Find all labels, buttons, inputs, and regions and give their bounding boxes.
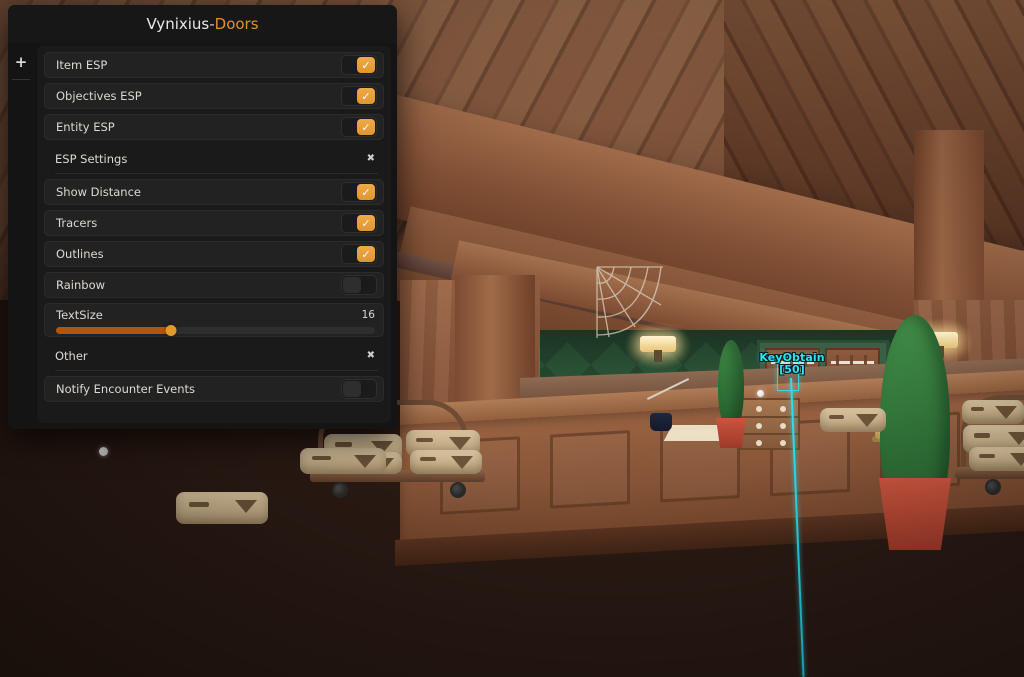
toggle-label: Tracers <box>56 216 98 230</box>
check-icon: ✓ <box>361 89 371 103</box>
vynixius-menu-window: Vynixius - Doors + Item ESP ✓ Objectives… <box>8 5 397 429</box>
check-icon: ✓ <box>361 185 371 199</box>
entity-esp-toggle[interactable]: ✓ <box>341 117 377 137</box>
toggle-row-outlines[interactable]: Outlines ✓ <box>44 241 384 267</box>
notify-encounter-events-toggle[interactable]: ✓ <box>341 379 377 399</box>
slider-label: TextSize <box>56 308 103 322</box>
toggle-label: Rainbow <box>56 278 106 292</box>
tracers-toggle[interactable]: ✓ <box>341 213 377 233</box>
toggle-label: Item ESP <box>56 58 108 72</box>
add-tab-icon[interactable]: + <box>11 53 31 71</box>
toggle-label: Notify Encounter Events <box>56 382 196 396</box>
slider-knob[interactable] <box>165 325 177 336</box>
light-orb <box>757 390 764 397</box>
section-esp-settings: ESP Settings ✖ <box>44 145 384 174</box>
window-title-bar[interactable]: Vynixius - Doors <box>8 5 397 43</box>
close-icon[interactable]: ✖ <box>364 351 378 361</box>
toggle-row-notify-encounter-events[interactable]: Notify Encounter Events ✓ <box>44 376 384 402</box>
esp-target-name: KeyObtain <box>759 351 825 364</box>
tab-rail-divider <box>12 79 30 80</box>
luggage-bag <box>820 408 886 432</box>
objectives-esp-toggle[interactable]: ✓ <box>341 86 377 106</box>
check-icon: ✓ <box>361 216 371 230</box>
outlines-toggle[interactable]: ✓ <box>341 244 377 264</box>
toggle-row-show-distance[interactable]: Show Distance ✓ <box>44 179 384 205</box>
ink-pot <box>650 413 672 431</box>
toggle-row-tracers[interactable]: Tracers ✓ <box>44 210 384 236</box>
slider-value: 16 <box>361 309 375 321</box>
wall-sconce-lamp <box>624 322 692 370</box>
luggage-bag <box>962 400 1024 424</box>
tab-rail: + <box>8 43 34 429</box>
section-other: Other ✖ <box>44 342 384 371</box>
toggle-label: Entity ESP <box>56 120 115 134</box>
toggle-row-item-esp[interactable]: Item ESP ✓ <box>44 52 384 78</box>
toggle-row-entity-esp[interactable]: Entity ESP ✓ <box>44 114 384 140</box>
window-title-main: Vynixius <box>146 15 210 33</box>
section-divider <box>55 370 378 371</box>
check-icon: ✓ <box>361 120 371 134</box>
toggle-label: Show Distance <box>56 185 141 199</box>
window-title-game: Doors <box>214 15 259 33</box>
luggage-bag <box>300 448 386 474</box>
toggle-row-objectives-esp[interactable]: Objectives ESP ✓ <box>44 83 384 109</box>
toggle-row-rainbow[interactable]: Rainbow ✓ <box>44 272 384 298</box>
check-icon: ✓ <box>361 247 371 261</box>
rainbow-toggle[interactable]: ✓ <box>341 275 377 295</box>
section-title: Other <box>55 349 88 363</box>
section-divider <box>55 173 378 174</box>
check-icon: ✓ <box>361 58 371 72</box>
luggage-bag-floor <box>176 492 268 524</box>
section-title: ESP Settings <box>55 152 128 166</box>
small-topiary-plant <box>718 340 744 428</box>
window-body: + Item ESP ✓ Objectives ESP ✓ Entity ESP <box>8 43 397 429</box>
light-orb <box>99 447 108 456</box>
esp-name-tag: KeyObtain [50] <box>758 352 826 375</box>
show-distance-toggle[interactable]: ✓ <box>341 182 377 202</box>
toggle-label: Outlines <box>56 247 104 261</box>
slider-fill <box>56 327 171 334</box>
textsize-slider-track[interactable] <box>56 325 375 336</box>
esp-target-distance: [50] <box>779 362 805 376</box>
close-icon[interactable]: ✖ <box>364 154 378 164</box>
toggle-label: Objectives ESP <box>56 89 142 103</box>
item-esp-toggle[interactable]: ✓ <box>341 55 377 75</box>
slider-row-textsize[interactable]: TextSize 16 <box>44 303 384 337</box>
settings-content: Item ESP ✓ Objectives ESP ✓ Entity ESP ✓ <box>37 46 391 423</box>
large-plant-pot <box>878 478 952 550</box>
